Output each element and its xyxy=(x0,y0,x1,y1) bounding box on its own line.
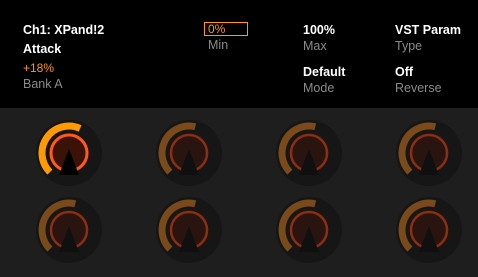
knob-8[interactable] xyxy=(396,197,462,263)
bank-name: Bank A xyxy=(23,77,63,91)
knob-5[interactable] xyxy=(36,197,102,263)
knob-6[interactable] xyxy=(156,197,222,263)
max-label: Max xyxy=(303,39,327,53)
controller-display: Ch1: XPand!2 Attack +18% Bank A 0% Min 1… xyxy=(0,0,478,277)
type-label: Type xyxy=(395,39,423,53)
min-label: Min xyxy=(208,38,229,52)
reverse-value[interactable]: Off xyxy=(395,65,413,79)
knob-2[interactable] xyxy=(156,120,222,186)
knob-3[interactable] xyxy=(276,120,342,186)
knob-1[interactable] xyxy=(36,120,102,186)
parameter-value: +18% xyxy=(23,61,55,75)
knob-7[interactable] xyxy=(276,197,342,263)
parameter-header: Ch1: XPand!2 Attack +18% Bank A 0% Min 1… xyxy=(0,0,478,108)
knobs-svg xyxy=(36,120,462,263)
parameter-name: Attack xyxy=(23,42,62,56)
knob-grid xyxy=(0,108,478,277)
mode-value[interactable]: Default xyxy=(303,65,345,79)
max-value[interactable]: 100% xyxy=(303,23,335,37)
type-value[interactable]: VST Param xyxy=(395,23,461,37)
knob-4[interactable] xyxy=(396,120,462,186)
track-name: Ch1: XPand!2 xyxy=(23,23,105,37)
mode-label: Mode xyxy=(303,81,335,95)
min-value: 0% xyxy=(208,22,226,36)
reverse-label: Reverse xyxy=(395,81,442,95)
